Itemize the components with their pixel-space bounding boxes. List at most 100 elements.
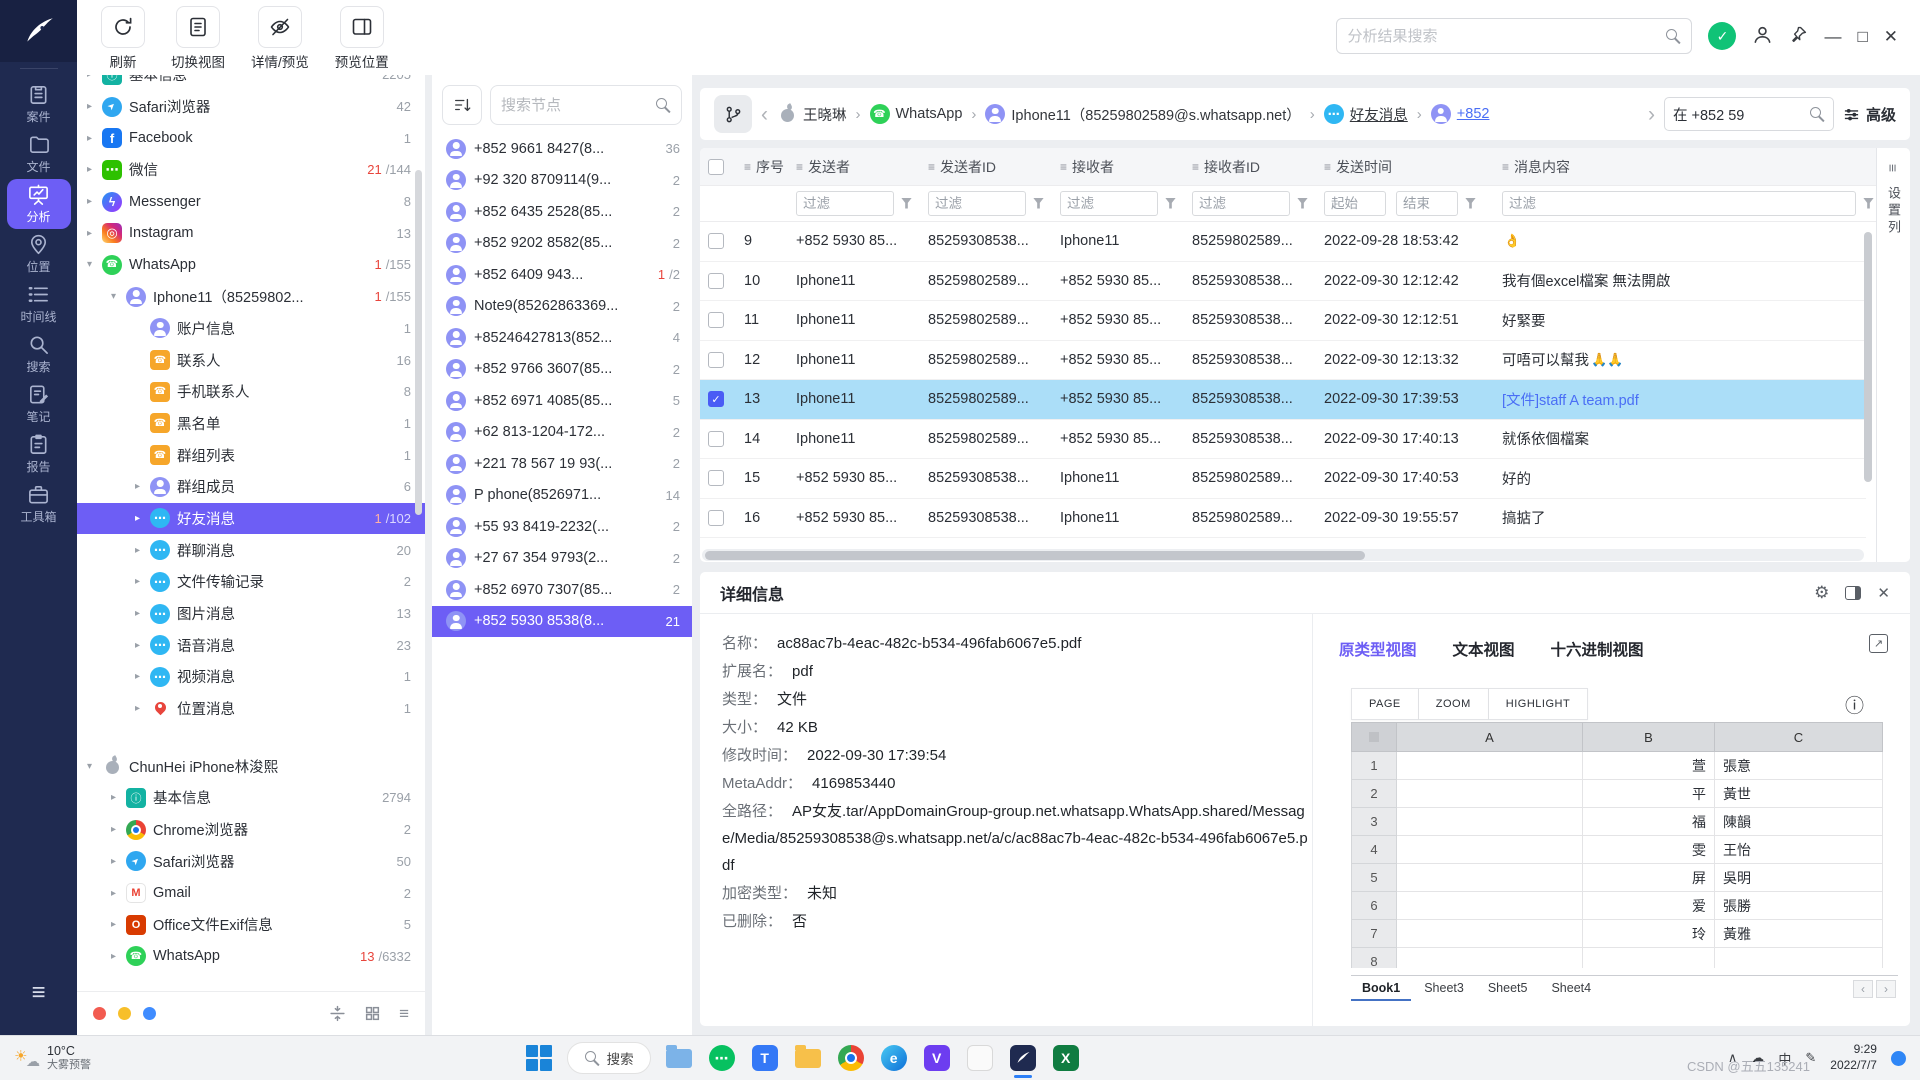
cell-b[interactable]: 爱 (1583, 892, 1715, 920)
chevron-icon[interactable]: ▸ (111, 951, 126, 962)
chevron-icon[interactable]: ▸ (111, 919, 126, 930)
tree-item[interactable]: ▸ Safari浏览器 50 (77, 846, 425, 878)
refresh-button[interactable]: 刷新 (101, 6, 145, 71)
chevron-icon[interactable]: ▸ (135, 608, 150, 619)
chevron-icon[interactable]: ▸ (135, 640, 150, 651)
column-settings-strip[interactable]: ≡ 设置列 (1876, 148, 1910, 562)
tree-item[interactable]: ▸ Gmail 2 (77, 877, 425, 909)
row-header[interactable]: 4 (1351, 836, 1397, 864)
tree-item[interactable]: 手机联系人 8 (77, 376, 425, 408)
teams-icon[interactable]: T (750, 1043, 780, 1073)
table-row[interactable]: 10 Iphone11 85259802589... +852 5930 85.… (700, 262, 1866, 302)
ime-indicator[interactable]: 中 (1778, 1049, 1791, 1068)
tree-item[interactable]: ▸ 文件传输记录 2 (77, 566, 425, 598)
contact-item[interactable]: +92 320 8709114(9... 2 (432, 165, 692, 197)
close-button[interactable]: ✕ (1884, 28, 1898, 45)
yellow-dot-button[interactable] (118, 1007, 131, 1020)
cell-b[interactable]: 玲 (1583, 920, 1715, 948)
menu-icon[interactable]: ≡ (0, 979, 77, 1007)
tree-item[interactable]: ▸ Safari浏览器 42 (77, 91, 425, 123)
tab-hex-view[interactable]: 十六进制视图 (1551, 638, 1644, 660)
columns-icon[interactable]: ≡ (1885, 164, 1901, 172)
chevron-icon[interactable]: ▸ (87, 75, 102, 80)
chevron-icon[interactable]: ▸ (87, 196, 102, 207)
tree-item[interactable]: ▸ 视频消息 1 (77, 661, 425, 693)
wechat-icon[interactable]: ⋯ (707, 1043, 737, 1073)
tree-item[interactable]: ▸ WhatsApp 13 /6332 (77, 941, 425, 973)
sort-button[interactable] (442, 85, 482, 125)
filter-receiver-input[interactable] (1060, 191, 1158, 216)
white-app-icon[interactable] (965, 1043, 995, 1073)
tree-item[interactable]: ▸ Instagram 13 (77, 217, 425, 249)
edge-icon[interactable]: e (879, 1043, 909, 1073)
cell-c[interactable]: 王怡 (1715, 836, 1883, 864)
rail-item-location[interactable]: 位置 (7, 229, 71, 279)
filter-sender-input[interactable] (796, 191, 894, 216)
clock[interactable]: 9:29 2022/7/7 (1830, 1042, 1877, 1073)
open-external-icon[interactable]: ↗ (1869, 634, 1888, 653)
analysis-search-box[interactable] (1336, 18, 1692, 54)
filter-sender-id-input[interactable] (928, 191, 1026, 216)
breadcrumb-device[interactable]: 王晓琳 (777, 104, 847, 125)
funnel-icon[interactable] (901, 198, 912, 210)
detail-preview-button[interactable]: 详情/预览 (251, 6, 309, 71)
chevron-icon[interactable]: ▸ (111, 824, 126, 835)
in-result-search-box[interactable] (1664, 97, 1834, 131)
cell-a[interactable] (1397, 780, 1583, 808)
zoom-button[interactable]: ZOOM (1419, 688, 1489, 720)
tree-scrollbar[interactable] (415, 170, 422, 515)
cell-c[interactable]: 張勝 (1715, 892, 1883, 920)
contact-item[interactable]: P phone(8526971... 14 (432, 480, 692, 512)
cell-c[interactable] (1715, 948, 1883, 968)
chevron-icon[interactable]: ▾ (111, 291, 126, 302)
cell-a[interactable] (1397, 892, 1583, 920)
row-checkbox[interactable] (708, 273, 724, 289)
row-header[interactable]: 5 (1351, 864, 1397, 892)
contact-item[interactable]: +852 5930 8538(8... 21 (432, 606, 692, 638)
cell-c[interactable]: 黃世 (1715, 780, 1883, 808)
chevron-icon[interactable]: ▾ (87, 761, 102, 772)
tree-item[interactable]: ▸ Facebook 1 (77, 122, 425, 154)
contact-item[interactable]: Note9(85262863369... 2 (432, 291, 692, 323)
file-explorer-icon[interactable] (664, 1043, 694, 1073)
app-logo[interactable] (0, 0, 77, 62)
notifications-icon[interactable] (1891, 1051, 1906, 1066)
chevron-icon[interactable]: ▸ (111, 856, 126, 867)
row-checkbox[interactable] (708, 510, 724, 526)
contact-item[interactable]: +62 813-1204-172... 2 (432, 417, 692, 449)
tree-item[interactable]: ▸ 图片消息 13 (77, 598, 425, 630)
tree-item[interactable]: ▸ Office文件Exif信息 5 (77, 909, 425, 941)
close-detail-icon[interactable]: ✕ (1877, 584, 1890, 602)
contact-item[interactable]: +221 78 567 19 93(... 2 (432, 448, 692, 480)
status-badge[interactable]: ✓ (1708, 22, 1736, 50)
contact-item[interactable]: +852 9202 8582(85... 2 (432, 228, 692, 260)
rail-item-case[interactable]: 案件 (7, 79, 71, 129)
tree-item[interactable]: ▸ 基本信息 2794 (77, 782, 425, 814)
sheet-next-icon[interactable]: › (1876, 980, 1896, 998)
row-checkbox[interactable] (708, 233, 724, 249)
contact-item[interactable]: +852 9766 3607(85... 2 (432, 354, 692, 386)
table-vertical-scrollbar[interactable] (1864, 232, 1872, 482)
filter-time-end-input[interactable] (1396, 191, 1458, 216)
tree-item[interactable]: 账户信息 1 (77, 313, 425, 345)
maximize-button[interactable]: □ (1857, 28, 1867, 45)
cell-c[interactable]: 黃雅 (1715, 920, 1883, 948)
cloud-icon[interactable]: ☁ (1751, 1050, 1764, 1066)
sheet-tab[interactable]: Sheet4 (1540, 977, 1602, 1001)
row-checkbox[interactable] (708, 391, 724, 407)
cell-c[interactable]: 吳明 (1715, 864, 1883, 892)
row-header[interactable]: 8 (1351, 948, 1397, 968)
chevron-icon[interactable]: ▸ (135, 513, 150, 524)
sheet-corner-cell[interactable] (1351, 722, 1397, 752)
contact-item[interactable]: +852 6970 7307(85... 2 (432, 574, 692, 606)
switch-view-button[interactable]: 切换视图 (171, 6, 225, 71)
row-header[interactable]: 7 (1351, 920, 1397, 948)
row-header[interactable]: 1 (1351, 752, 1397, 780)
breadcrumb-back-icon[interactable]: ‹ (761, 104, 768, 125)
list-menu-icon[interactable]: ≡ (399, 1004, 409, 1024)
table-row[interactable]: 14 Iphone11 85259802589... +852 5930 85.… (700, 420, 1866, 460)
table-row[interactable]: 13 Iphone11 85259802589... +852 5930 85.… (700, 380, 1866, 420)
chevron-icon[interactable]: ▸ (135, 481, 150, 492)
cell-a[interactable] (1397, 948, 1583, 968)
tree-item[interactable]: ▸ Chrome浏览器 2 (77, 814, 425, 846)
